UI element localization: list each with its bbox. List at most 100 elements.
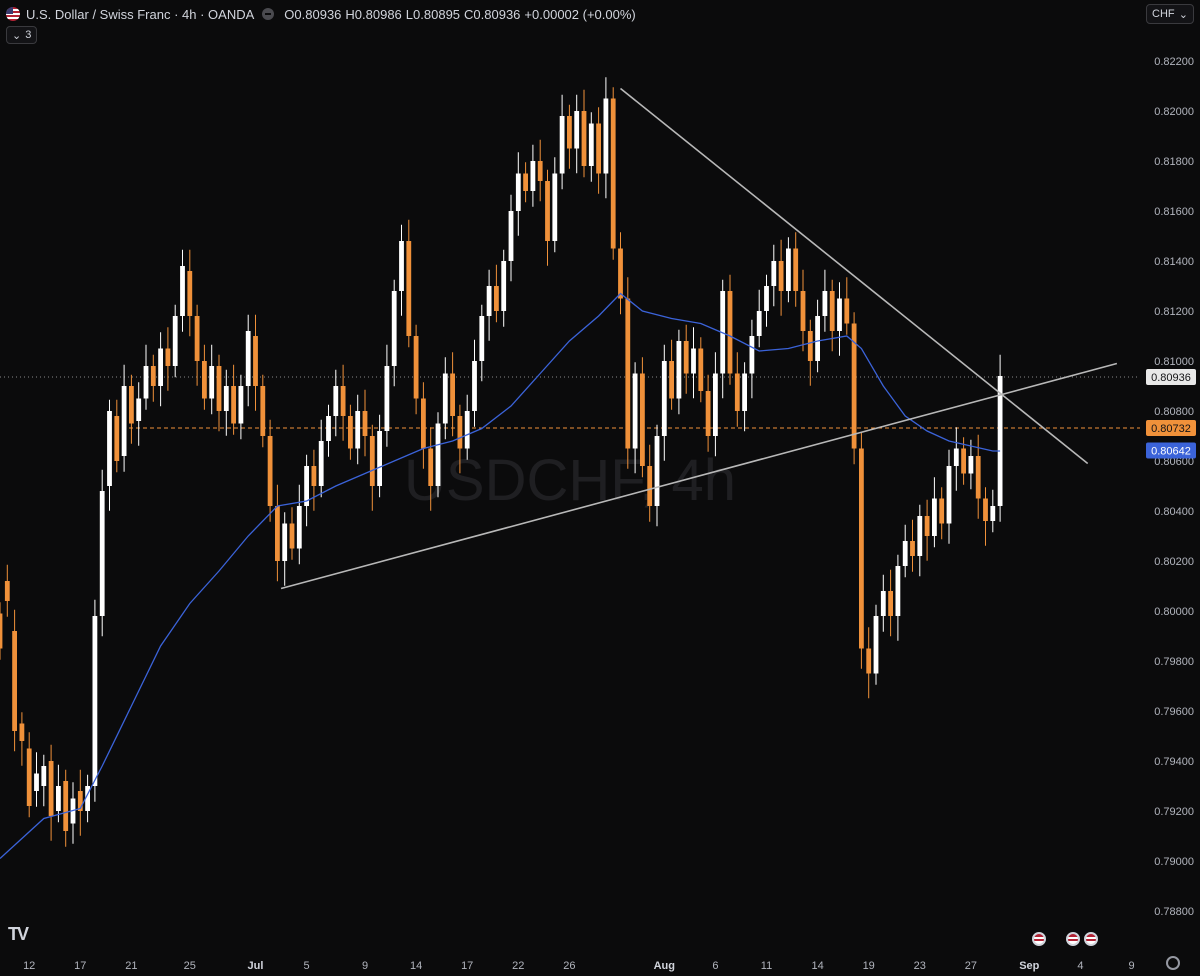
price-tick-label: 0.81600 [1154,206,1194,218]
candle-body [63,781,69,831]
us-flag-event-icon[interactable] [1032,932,1046,946]
time-tick-label: 22 [512,960,524,972]
candle-body [975,456,981,499]
price-tick-label: 0.80000 [1154,606,1194,618]
price-tick-label: 0.80800 [1154,406,1194,418]
candle-body [705,391,711,436]
candle-body [515,173,521,211]
price-tick-label: 0.81000 [1154,356,1194,368]
us-flag-event-icon[interactable] [1084,932,1098,946]
price-tick-label: 0.82000 [1154,106,1194,118]
candle-body [348,416,353,449]
time-tick-label: 12 [23,960,35,972]
us-flag-event-icon[interactable] [1066,932,1080,946]
time-tick-label: Jul [248,960,264,972]
gear-icon[interactable] [1166,956,1180,970]
price-tick-label: 0.79800 [1154,656,1194,668]
candle-body [158,348,163,386]
candle-body [311,466,317,486]
candle-body [435,423,441,486]
time-tick-label: 9 [362,960,368,972]
candle-body [399,241,404,291]
price-tick-label: 0.82200 [1154,56,1194,68]
candle-body [683,341,689,374]
candle-body [34,773,39,791]
time-tick-label: 6 [712,960,718,972]
candle-body [289,523,295,549]
price-chart[interactable]: USDCHF, 4h 0.82200 0.82000 0.81800 0.81600 0.… [0,0,1200,976]
candle-body [508,211,514,261]
candle-body [114,416,120,461]
candle-body [180,266,185,316]
candle-body [640,373,645,466]
candle-body [384,366,390,431]
candle-body [581,111,587,166]
candle-body [632,373,638,449]
candle-body [486,286,492,316]
candle-body [318,441,324,486]
candle-body [807,331,813,361]
candle-body [150,366,156,386]
candle-body [559,116,565,174]
candle-body [574,111,580,149]
candle-body [800,291,806,331]
candle-body [713,373,718,436]
time-tick-label: 17 [461,960,473,972]
candle-body [691,348,696,374]
candle-body [647,466,653,506]
time-tick-label: Sep [1019,960,1039,972]
time-tick-label: 11 [761,960,772,972]
candle-body [238,386,244,424]
candle-body [815,316,820,361]
candle-body [121,386,127,456]
candle-body [369,436,375,486]
price-tick-label: 0.81400 [1154,256,1194,268]
candle-body [340,386,346,416]
candle-body [4,581,10,601]
candle-body [837,298,842,331]
price-tick-label: 0.81200 [1154,306,1194,318]
candle-body [829,291,835,331]
candle-body [902,541,908,566]
candle-body [245,331,251,386]
price-tick-label: 0.79200 [1154,806,1194,818]
price-tick-label: 0.79400 [1154,756,1194,768]
candle-body [464,411,470,449]
candle-body [231,386,236,424]
candle-body [421,398,426,449]
time-tick-label: 25 [184,960,196,972]
price-label-last: 0.80936 [1151,372,1191,384]
candle-body [333,386,339,416]
candle-body [26,748,32,806]
candle-body [377,431,382,486]
candle-body [917,516,923,556]
time-tick-label: 21 [125,960,137,972]
candle-body [866,648,872,674]
candle-body [596,123,601,174]
candle-body [895,566,901,616]
candle-body [216,366,222,411]
candle-body [187,271,193,316]
time-tick-label: 19 [863,960,875,972]
candle-body [588,123,594,166]
price-tick-label: 0.79600 [1154,706,1194,718]
candle-body [253,336,258,386]
candle-body [946,466,952,524]
moving-average-line [0,292,1001,859]
candle-body [391,291,397,366]
candle-body [494,286,499,311]
price-tick-label: 0.80400 [1154,506,1194,518]
candle-body [209,366,215,399]
time-tick-label: 5 [304,960,310,972]
candle-body [282,523,288,561]
candle-body [793,248,799,291]
candle-body [669,361,674,399]
candle-body [19,723,25,741]
time-tick-label: 14 [410,960,422,972]
economic-events-group-1 [1032,932,1046,946]
candle-body [756,311,762,336]
tradingview-logo-icon[interactable]: TV [8,924,29,945]
candle-body [968,456,974,474]
candle-body [202,361,207,399]
candle-body [450,373,455,416]
